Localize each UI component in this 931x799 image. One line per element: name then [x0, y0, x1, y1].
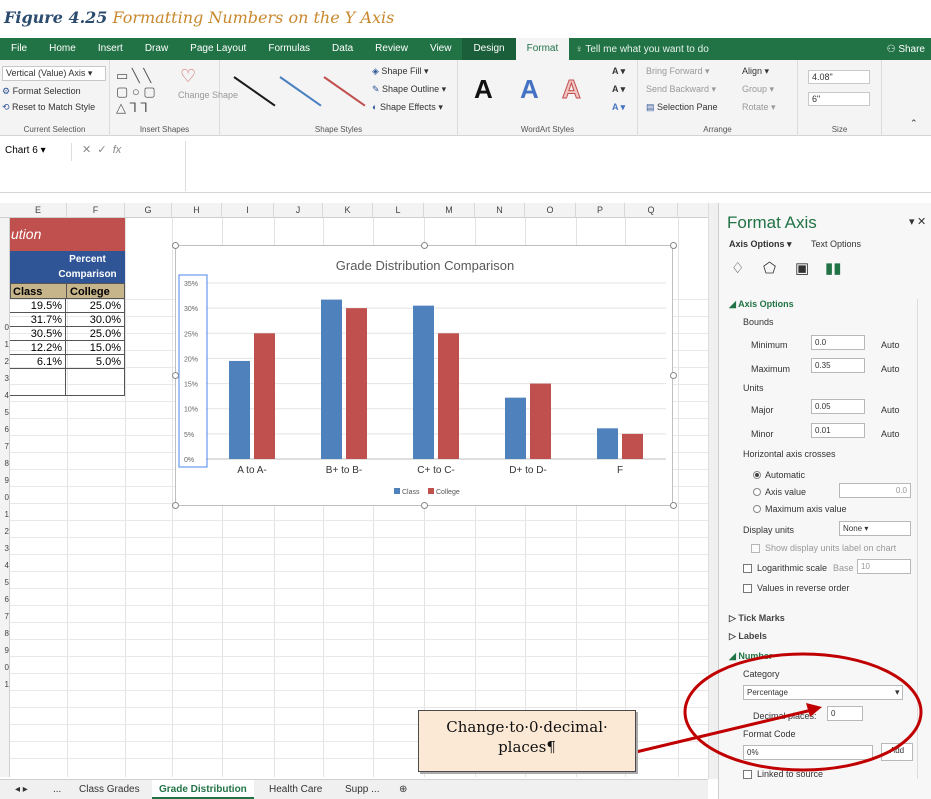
annotation-callout: Change·to·0·decimal· places¶	[418, 710, 636, 772]
callout-arrow	[635, 708, 813, 754]
arrow-head	[806, 703, 822, 717]
annotation-overlay	[635, 652, 923, 772]
